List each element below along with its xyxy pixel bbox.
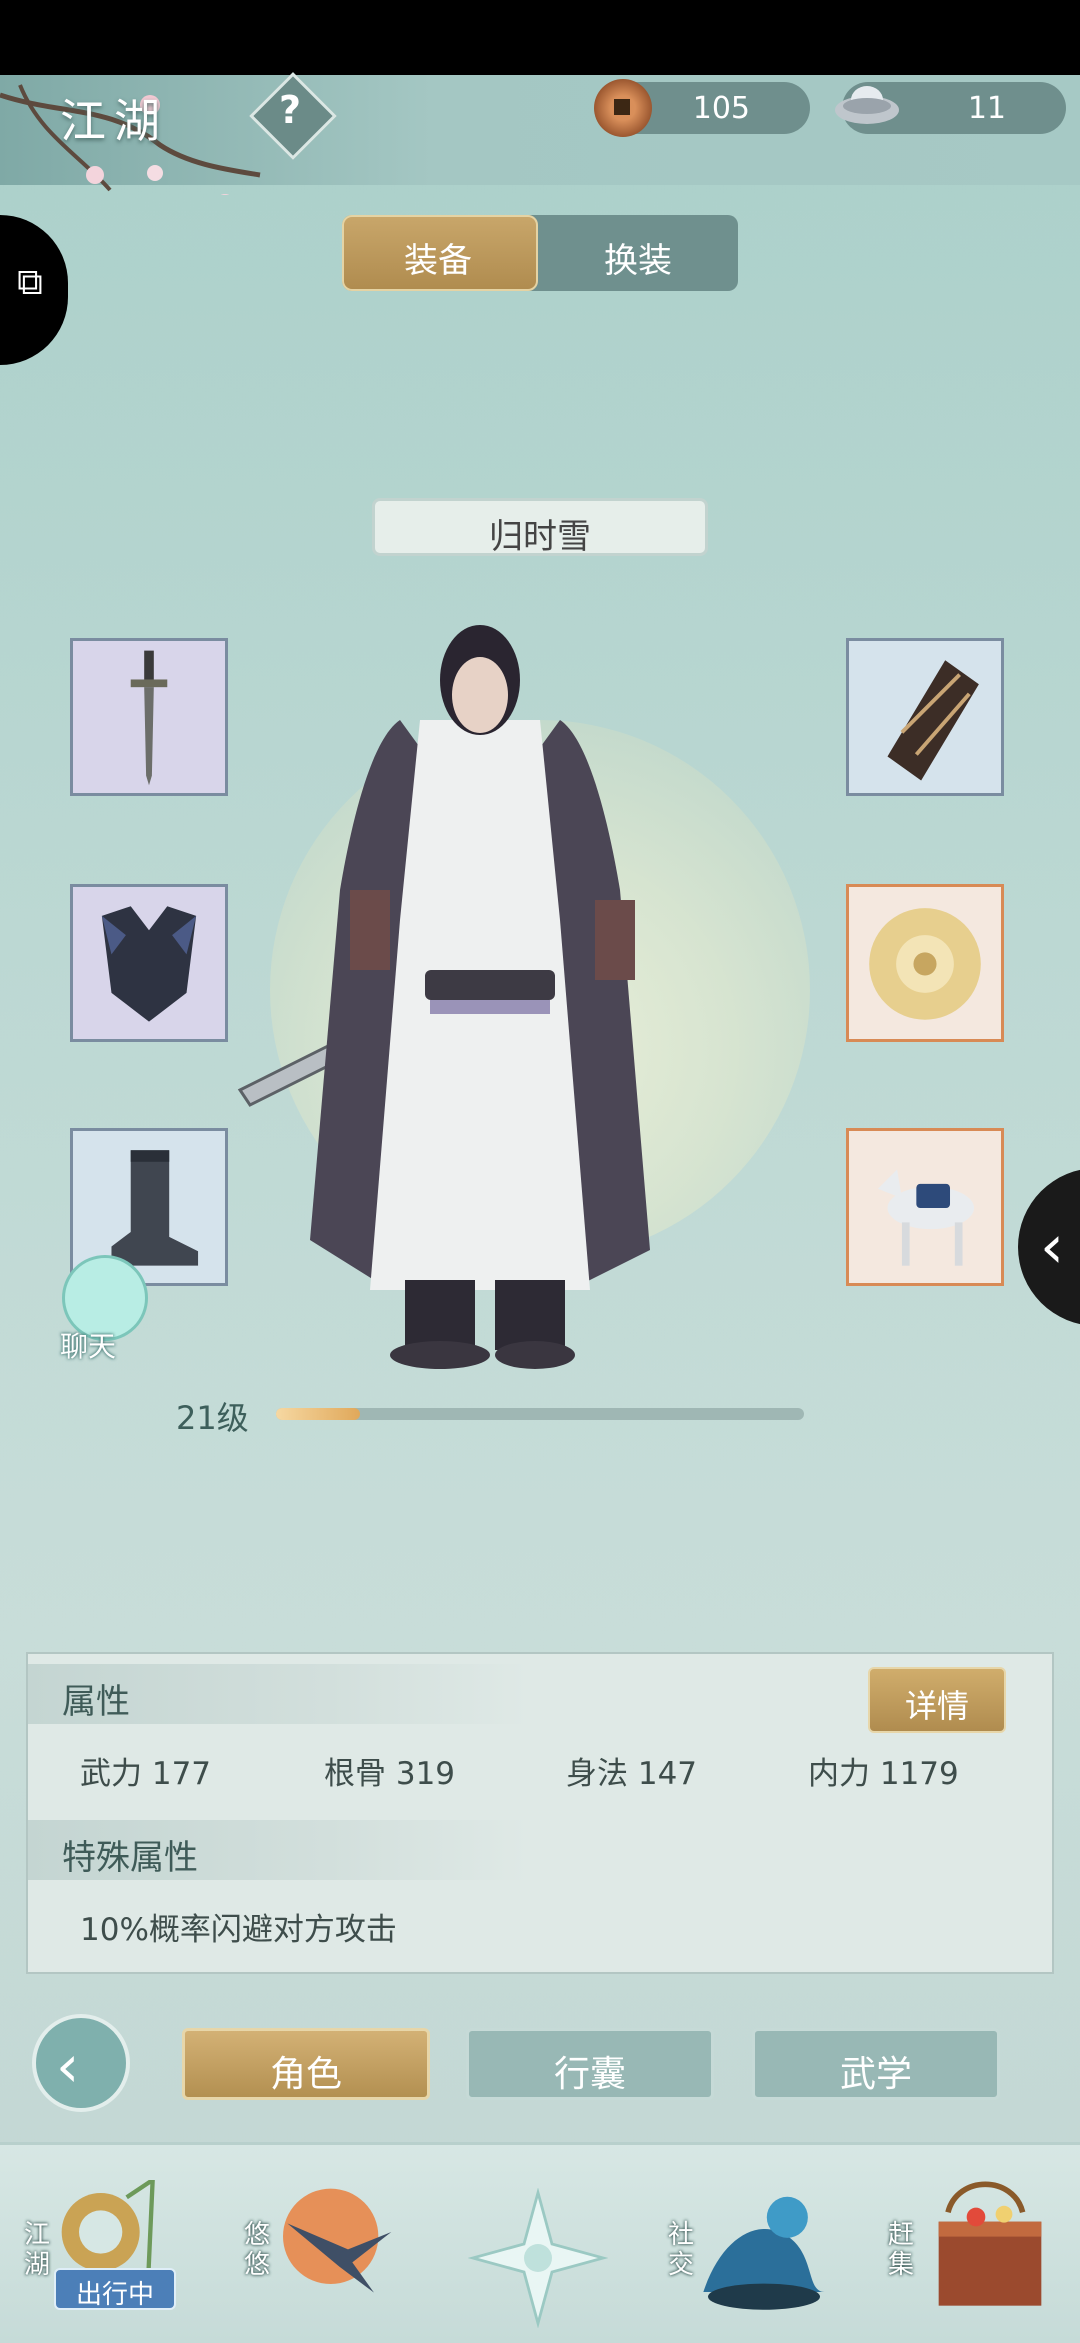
chevron-left-icon: ‹ (1040, 1212, 1064, 1282)
stat-constitution: 根骨 319 (324, 1748, 455, 1793)
compass-star-icon[interactable] (468, 2188, 608, 2328)
armor-slot[interactable] (70, 884, 228, 1042)
silver-ingot-icon (835, 86, 899, 124)
bracer-icon (887, 660, 979, 781)
status-bar (0, 0, 1080, 75)
puzzle-icon: ⧉ (17, 262, 43, 303)
wave-social-icon (703, 2196, 825, 2310)
chat-button[interactable]: 聊天 (42, 1255, 152, 1365)
tab-character[interactable]: 角色 (182, 2028, 430, 2100)
stat-inner-power: 内力 1179 (808, 1748, 959, 1793)
nav-social-label: 社交 (668, 2220, 695, 2280)
tab-martial-arts[interactable]: 武学 (752, 2028, 1000, 2100)
jade-pendant-icon (869, 908, 981, 1020)
nav-market[interactable]: 赶集 (880, 2180, 1042, 2330)
details-button-label: 详情 (904, 1687, 969, 1725)
horse-icon (877, 1169, 975, 1266)
traveling-badge-label: 出行中 (75, 2280, 154, 2310)
special-attributes-header-label: 特殊属性 (62, 1838, 198, 1878)
nav-youyou-label: 悠悠 (244, 2220, 271, 2280)
tab-inventory[interactable]: 行囊 (466, 2028, 714, 2100)
back-button[interactable]: ‹ (32, 2014, 130, 2112)
market-basket-icon (938, 2181, 1042, 2306)
traveling-badge: 出行中 (54, 2268, 176, 2310)
details-button[interactable]: 详情 (868, 1667, 1006, 1733)
tab-inventory-label: 行囊 (553, 2054, 626, 2095)
stat-value: 177 (151, 1756, 212, 1792)
character-name: 归时雪 (489, 517, 591, 557)
bracer-slot[interactable] (846, 638, 1004, 796)
tab-equip-label: 装备 (404, 241, 472, 281)
tab-martial-arts-label: 武学 (839, 2054, 912, 2095)
armor-icon (101, 906, 197, 1022)
tab-character-label: 角色 (269, 2054, 342, 2095)
special-attribute-text: 10%概率闪避对方攻击 (80, 1912, 397, 1948)
help-icon: ? (278, 88, 302, 132)
stat-strength: 武力 177 (80, 1748, 211, 1793)
nav-social[interactable]: 社交 (664, 2180, 825, 2330)
nav-youyou[interactable]: 悠悠 (240, 2180, 392, 2330)
jade-pendant-slot[interactable] (846, 884, 1004, 1042)
nav-market-label: 赶集 (888, 2220, 915, 2280)
nav-jianghu-label: 江湖 (24, 2220, 51, 2280)
stat-value: 147 (637, 1756, 698, 1792)
expand-panel-button[interactable]: ‹ (1018, 1168, 1080, 1326)
chat-label: 聊天 (60, 1330, 117, 1363)
character-level: 21级 (176, 1399, 249, 1437)
character-name-plate: 归时雪 (372, 498, 708, 557)
tab-outfit[interactable]: 换装 (604, 233, 672, 282)
stat-label: 身法 (566, 1756, 628, 1792)
silver-ingot-counter: 11 (835, 82, 1066, 134)
stat-label: 内力 (808, 1756, 870, 1792)
character-model[interactable] (230, 590, 730, 1390)
stat-value: 1179 (879, 1756, 959, 1792)
back-arrow-icon: ‹ (56, 2032, 80, 2100)
equip-outfit-toggle: 装备 换装 (342, 215, 738, 291)
attributes-header-label: 属性 (62, 1682, 130, 1722)
swallow-sun-icon (283, 2188, 392, 2293)
horse-slot[interactable] (846, 1128, 1004, 1286)
stat-label: 根骨 (324, 1756, 386, 1792)
experience-bar (276, 1408, 804, 1420)
silver-ingot-value: 11 (967, 91, 1006, 126)
copper-coin-icon (594, 79, 652, 137)
stat-label: 武力 (80, 1756, 142, 1792)
copper-coin-counter: 105 (594, 79, 810, 137)
stat-agility: 身法 147 (566, 1748, 697, 1793)
sword-icon (130, 650, 168, 786)
weapon-slot[interactable] (70, 638, 228, 796)
copper-coin-value: 105 (692, 91, 750, 126)
page-title: 江湖 (60, 94, 168, 148)
attributes-header: 属性 (28, 1664, 528, 1724)
special-attributes-header: 特殊属性 (28, 1820, 528, 1880)
stat-value: 319 (395, 1756, 456, 1792)
experience-bar-fill (276, 1408, 361, 1420)
